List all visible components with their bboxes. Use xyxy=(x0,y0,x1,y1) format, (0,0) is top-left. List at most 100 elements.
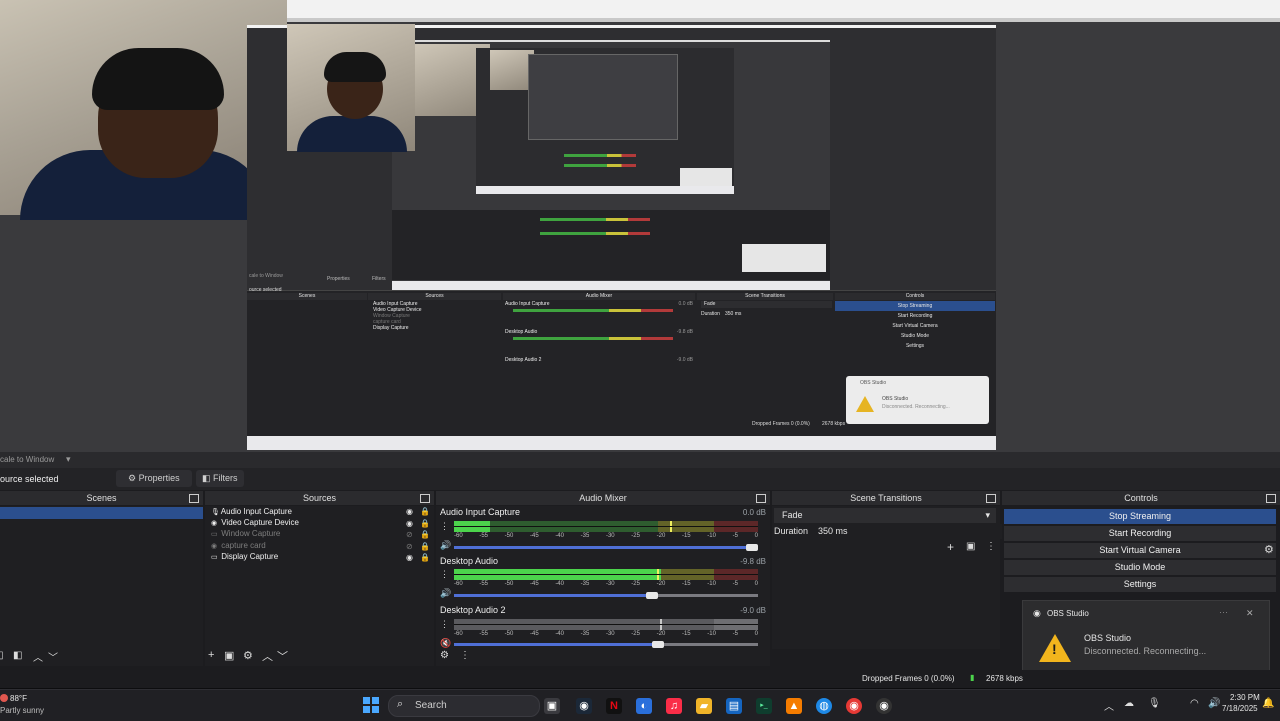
filter-icon[interactable]: ◧ xyxy=(13,650,22,661)
trash-icon[interactable]: ▣ xyxy=(966,541,975,552)
more-icon[interactable]: ⋮ xyxy=(986,541,996,552)
clock-time[interactable]: 2:30 PM xyxy=(1230,693,1260,702)
studio-mode-button[interactable]: Studio Mode xyxy=(1004,560,1276,575)
add-icon[interactable]: + xyxy=(947,540,954,554)
nested-control: Settings xyxy=(905,343,925,349)
source-selected-label: ource selected xyxy=(0,474,59,484)
properties-button[interactable]: ⚙ Properties xyxy=(116,470,192,487)
move-down-icon[interactable]: ﹀ xyxy=(277,648,288,664)
volume-icon[interactable]: 🔊 xyxy=(440,588,451,599)
move-up-icon[interactable]: ︿ xyxy=(33,649,43,664)
muted-volume-icon[interactable]: 🔇 xyxy=(440,638,451,649)
lock-icon[interactable]: 🔒 xyxy=(420,541,430,553)
nested-duration-value: 350 ms xyxy=(725,311,742,317)
copilot-icon[interactable]: ◐ xyxy=(636,698,652,714)
chevron-up-icon[interactable]: ︿ xyxy=(1104,698,1114,713)
file-explorer-icon[interactable]: ▰ xyxy=(696,698,712,714)
cloud-icon[interactable]: ☁ xyxy=(1124,698,1134,709)
popout-icon[interactable] xyxy=(189,494,199,503)
move-down-icon[interactable]: ﹀ xyxy=(48,649,58,664)
fader-knob[interactable] xyxy=(652,641,664,648)
windows-start-icon[interactable] xyxy=(363,697,379,713)
clock-date[interactable]: 7/18/2025 xyxy=(1222,704,1258,713)
more-icon[interactable]: ⋮ xyxy=(440,521,449,532)
source-item[interactable]: ◉ capture card xyxy=(211,541,266,552)
nested-meter-2 xyxy=(540,232,650,235)
source-item[interactable]: ▭ Window Capture xyxy=(211,529,280,540)
obs-taskbar-icon[interactable]: ◉ xyxy=(876,698,892,714)
scale-to-window-label[interactable]: cale to Window xyxy=(0,455,54,464)
music-icon[interactable]: ♫ xyxy=(666,698,682,714)
more-icon[interactable]: ··· xyxy=(1219,607,1228,617)
mixer-channel-db: -9.0 dB xyxy=(740,606,766,615)
popout-icon[interactable] xyxy=(986,494,996,503)
microphone-icon[interactable]: 🎙 xyxy=(1148,698,1161,709)
source-item[interactable]: ◉ Video Capture Device xyxy=(211,518,299,529)
nested-preview-level-4 xyxy=(528,54,678,140)
add-icon[interactable]: + xyxy=(208,649,214,661)
popout-icon[interactable] xyxy=(756,494,766,503)
toast-title: OBS Studio xyxy=(1084,633,1132,643)
nested-sources-list: Audio Input Capture Video Capture Device… xyxy=(373,301,422,331)
controls-dock-header: Controls xyxy=(1002,491,1280,505)
eye-icon[interactable]: ◉ xyxy=(406,506,413,518)
close-icon[interactable]: ✕ xyxy=(1246,608,1254,619)
ps-icon[interactable]: ▤ xyxy=(726,698,742,714)
transition-select[interactable]: Fade ▾ xyxy=(774,508,996,523)
nested-webcam-large xyxy=(287,24,415,152)
volume-icon[interactable]: 🔊 xyxy=(440,540,451,551)
volume-fader[interactable] xyxy=(454,544,758,551)
netflix-icon[interactable]: N xyxy=(606,698,622,714)
duration-input[interactable]: 350 ms xyxy=(812,524,1002,539)
weather-desc: Partly sunny xyxy=(0,706,45,715)
taskbar-search[interactable]: ⌕ Search xyxy=(388,695,540,717)
fader-knob[interactable] xyxy=(646,592,658,599)
terminal-icon[interactable]: ▸_ xyxy=(756,698,772,714)
duration-label: Duration xyxy=(774,526,809,536)
lock-icon[interactable]: 🔒 xyxy=(420,518,430,530)
start-recording-button[interactable]: Start Recording xyxy=(1004,526,1276,541)
filters-button[interactable]: ◧ Filters xyxy=(196,470,244,487)
webcam-person-durag xyxy=(92,48,224,110)
move-up-icon[interactable]: ︿ xyxy=(262,648,273,664)
lock-icon[interactable]: 🔒 xyxy=(420,506,430,518)
task-view-icon[interactable]: ▣ xyxy=(544,698,560,714)
settings-button[interactable]: Settings xyxy=(1004,577,1276,592)
steam-icon[interactable]: ◉ xyxy=(576,698,592,714)
vlc-icon[interactable]: ▲ xyxy=(786,698,802,714)
lock-icon[interactable]: 🔒 xyxy=(420,529,430,541)
notification-bell-icon[interactable]: 🔔 xyxy=(1262,698,1274,709)
more-icon[interactable]: ⋮ xyxy=(440,569,449,580)
eye-hidden-icon[interactable]: ⊘ xyxy=(406,541,413,553)
trash-icon[interactable]: ▣ xyxy=(224,649,234,662)
lock-icon[interactable]: 🔒 xyxy=(420,552,430,564)
edge-icon[interactable]: ◍ xyxy=(816,698,832,714)
gear-icon[interactable]: ⚙ xyxy=(1264,543,1274,556)
chevron-down-icon[interactable]: ▾ xyxy=(66,454,71,465)
eye-hidden-icon[interactable]: ⊘ xyxy=(406,529,413,541)
source-item[interactable]: 🎙 Audio Input Capture xyxy=(211,507,292,518)
eye-icon[interactable]: ◉ xyxy=(406,552,413,564)
media-icon[interactable]: ◉ xyxy=(846,698,862,714)
wifi-icon[interactable]: ◠ xyxy=(1190,698,1199,709)
popout-icon[interactable] xyxy=(1266,494,1276,503)
gear-icon[interactable]: ⚙ xyxy=(440,650,449,661)
eye-icon[interactable]: ◉ xyxy=(406,518,413,530)
nested-meter-2 xyxy=(540,218,650,221)
fader-knob[interactable] xyxy=(746,544,758,551)
source-item[interactable]: ▭ Display Capture xyxy=(211,552,278,563)
gear-icon[interactable]: ⚙ xyxy=(243,649,253,662)
weather-icon[interactable] xyxy=(0,694,8,702)
speaker-icon[interactable]: 🔊 xyxy=(1208,698,1220,709)
more-icon[interactable]: ⋮ xyxy=(440,619,449,630)
popout-icon[interactable] xyxy=(420,494,430,503)
webcam-source[interactable] xyxy=(0,0,287,220)
scene-item-selected[interactable] xyxy=(0,507,203,519)
start-virtual-camera-button[interactable]: Start Virtual Camera xyxy=(1004,543,1276,558)
stop-streaming-button[interactable]: Stop Streaming xyxy=(1004,509,1276,524)
volume-fader[interactable] xyxy=(454,592,758,599)
remove-icon[interactable]: ▯ xyxy=(0,650,4,661)
more-icon[interactable]: ⋮ xyxy=(460,650,470,661)
volume-fader[interactable] xyxy=(454,641,758,648)
warning-icon: ! xyxy=(1039,634,1071,662)
